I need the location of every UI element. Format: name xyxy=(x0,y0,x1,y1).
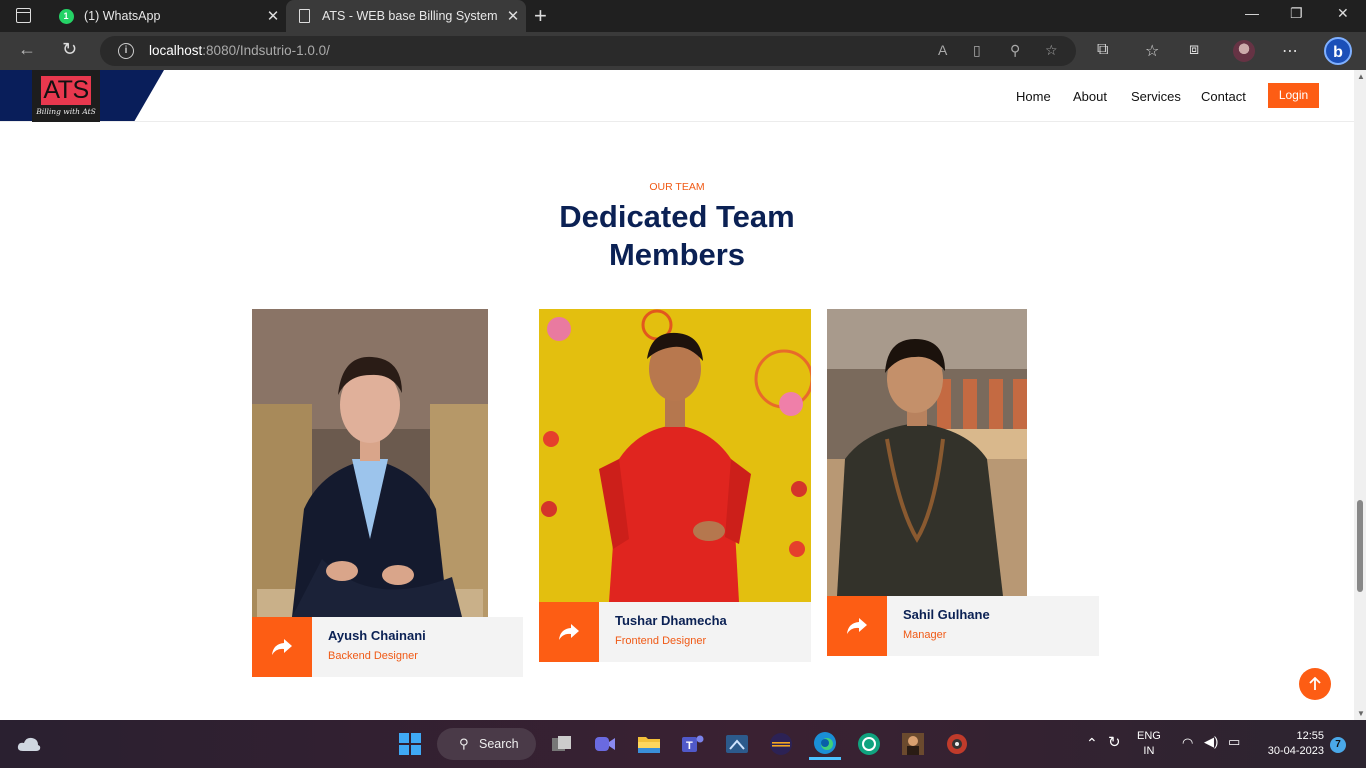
start-icon[interactable] xyxy=(394,728,426,760)
immersive-reader-icon[interactable]: ▯ xyxy=(973,42,981,59)
game-icon[interactable] xyxy=(897,728,929,760)
share-button[interactable] xyxy=(827,596,887,656)
nav-about[interactable]: About xyxy=(1073,89,1107,104)
more-menu-icon[interactable]: ⋯ xyxy=(1282,41,1298,61)
read-aloud-icon[interactable]: A xyxy=(938,42,947,58)
task-view-icon[interactable] xyxy=(546,728,578,760)
back-icon[interactable]: ← xyxy=(18,39,36,60)
team-member-card: Ayush Chainani Backend Designer xyxy=(252,617,523,677)
clock[interactable]: 12:55 30-04-2023 xyxy=(1258,729,1324,759)
team-member-photo xyxy=(252,309,488,617)
bing-chat-icon[interactable]: b xyxy=(1324,37,1352,65)
scroll-down-icon[interactable]: ▼ xyxy=(1357,709,1365,718)
search-label: Search xyxy=(479,737,519,751)
share-icon xyxy=(559,624,579,640)
address-bar-row: ← ↻ i localhost:8080/Indsutrio-1.0.0/ A … xyxy=(0,32,1366,70)
page-icon xyxy=(296,8,312,24)
login-button[interactable]: Login xyxy=(1268,83,1319,108)
chevron-up-icon[interactable]: ⌃ xyxy=(1086,735,1098,752)
minimize-icon[interactable]: — xyxy=(1245,5,1259,21)
file-explorer-icon[interactable] xyxy=(633,728,665,760)
scrollbar-thumb[interactable] xyxy=(1357,500,1363,592)
add-favorite-icon[interactable]: ☆ xyxy=(1045,42,1058,59)
team-member-photo xyxy=(539,309,811,602)
favorites-icon[interactable]: ☆ xyxy=(1145,41,1159,61)
site-navbar: ATS Billing with AtS Home About Services… xyxy=(0,70,1354,122)
team-member-card: Sahil Gulhane Manager xyxy=(827,596,1099,656)
member-name: Tushar Dhamecha xyxy=(615,613,727,628)
share-icon xyxy=(847,618,867,634)
member-role: Backend Designer xyxy=(328,650,418,662)
zoom-icon[interactable]: ⚲ xyxy=(1010,42,1020,59)
section-subtitle: OUR TEAM xyxy=(649,181,705,193)
nav-services[interactable]: Services xyxy=(1131,89,1181,104)
member-role: Frontend Designer xyxy=(615,635,707,647)
taskbar: ⚲ Search T ⌃ ↻ ENG IN ◠ ◀) ▭ 12:55 30-04… xyxy=(0,720,1366,768)
whatsapp-icon: 1 xyxy=(58,8,74,24)
close-window-icon[interactable]: ✕ xyxy=(1337,5,1349,22)
member-name: Ayush Chainani xyxy=(328,628,426,643)
member-name: Sahil Gulhane xyxy=(903,607,990,622)
site-logo[interactable]: ATS Billing with AtS xyxy=(32,70,100,122)
arrow-up-icon xyxy=(1309,677,1321,690)
share-button[interactable] xyxy=(539,602,599,662)
notification-badge[interactable]: 7 xyxy=(1330,737,1346,753)
svg-text:T: T xyxy=(686,740,693,752)
section-title: Dedicated Team Members xyxy=(559,199,795,272)
meet-icon[interactable] xyxy=(589,728,621,760)
chatgpt-icon[interactable] xyxy=(853,728,885,760)
logo-text: ATS xyxy=(41,76,91,105)
tab-actions-icon[interactable] xyxy=(16,8,31,23)
settings-app-icon[interactable] xyxy=(941,728,973,760)
language-indicator[interactable]: ENG IN xyxy=(1137,729,1161,759)
volume-icon[interactable]: ◀) xyxy=(1204,734,1218,750)
teams-icon[interactable]: T xyxy=(677,728,709,760)
remote-desktop-icon[interactable] xyxy=(721,728,753,760)
nav-home[interactable]: Home xyxy=(1016,89,1051,104)
tab-ats-billing[interactable]: ATS - WEB base Billing System ✕ xyxy=(286,0,526,32)
back-to-top-button[interactable] xyxy=(1299,668,1331,700)
tab-title: (1) WhatsApp xyxy=(84,9,161,23)
team-member-card: Tushar Dhamecha Frontend Designer xyxy=(539,602,811,662)
wifi-icon[interactable]: ◠ xyxy=(1182,735,1193,751)
url-text[interactable]: localhost:8080/Indsutrio-1.0.0/ xyxy=(149,43,330,58)
tab-title: ATS - WEB base Billing System xyxy=(322,9,498,23)
share-icon xyxy=(272,639,292,655)
collections-icon[interactable]: ⧈ xyxy=(1189,41,1199,59)
extensions-icon[interactable]: ⧉ xyxy=(1097,41,1108,59)
nav-contact[interactable]: Contact xyxy=(1201,89,1246,104)
battery-icon[interactable]: ▭ xyxy=(1228,734,1240,750)
scroll-up-icon[interactable]: ▲ xyxy=(1357,72,1365,81)
browser-tab-strip: 1 (1) WhatsApp ✕ ATS - WEB base Billing … xyxy=(0,0,1366,32)
weather-icon[interactable] xyxy=(13,728,45,760)
eclipse-icon[interactable] xyxy=(765,728,797,760)
profile-avatar[interactable] xyxy=(1233,40,1255,62)
maximize-icon[interactable]: ❐ xyxy=(1290,5,1303,22)
web-page: ATS Billing with AtS Home About Services… xyxy=(0,70,1354,720)
search-icon: ⚲ xyxy=(459,736,469,751)
edge-icon[interactable] xyxy=(809,728,841,760)
taskbar-search[interactable]: ⚲ Search xyxy=(437,728,536,760)
address-bar[interactable]: i localhost:8080/Indsutrio-1.0.0/ A ▯ ⚲ … xyxy=(100,36,1076,66)
tab-whatsapp[interactable]: 1 (1) WhatsApp ✕ xyxy=(48,0,286,32)
whatsapp-badge: 1 xyxy=(58,8,74,24)
sync-icon[interactable]: ↻ xyxy=(1108,733,1121,751)
refresh-icon[interactable]: ↻ xyxy=(62,39,77,60)
page-scrollbar[interactable]: ▲ ▼ xyxy=(1354,70,1366,720)
member-role: Manager xyxy=(903,629,947,641)
logo-tagline: Billing with AtS xyxy=(36,107,96,116)
close-tab-icon[interactable]: ✕ xyxy=(260,7,286,25)
close-tab-icon[interactable]: ✕ xyxy=(500,7,526,25)
new-tab-icon[interactable]: + xyxy=(534,3,547,29)
share-button[interactable] xyxy=(252,617,312,677)
team-member-photo xyxy=(827,309,1027,596)
site-info-icon[interactable]: i xyxy=(118,43,134,59)
